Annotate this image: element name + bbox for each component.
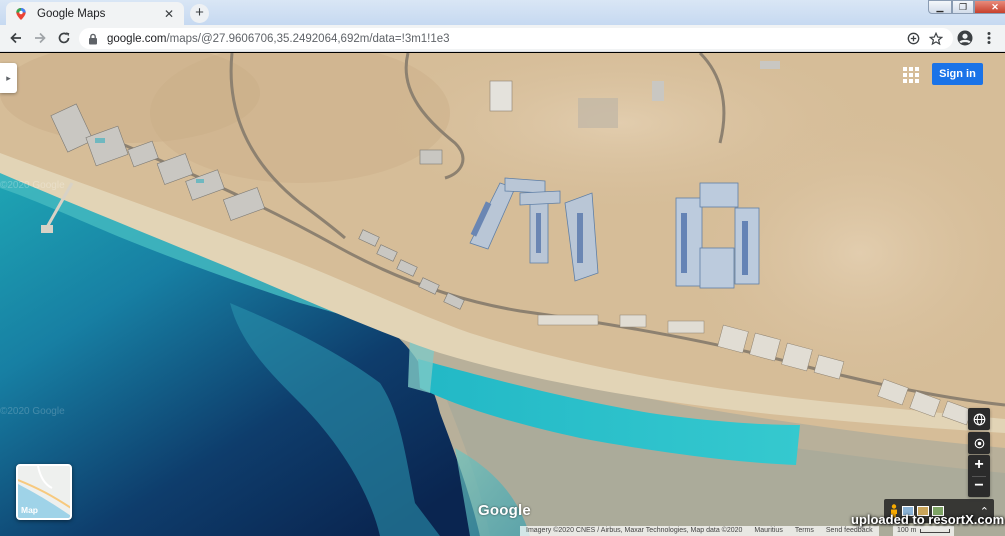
tab-strip: Google Maps ✕ + ▁ ❐ ✕ <box>0 0 1005 25</box>
my-location-button[interactable] <box>968 432 990 454</box>
satellite-imagery: ©2020 Google ©2020 Google <box>0 53 1005 536</box>
forward-button[interactable] <box>31 29 49 47</box>
minimize-button[interactable]: ▁ <box>928 0 952 14</box>
url-path: /maps/@27.9606706,35.2492064,692m/data=!… <box>166 32 450 45</box>
window-controls: ▁ ❐ ✕ <box>928 0 1005 14</box>
chevron-right-icon: ▸ <box>6 72 11 83</box>
imagery-watermark-2: ©2020 Google <box>0 406 65 417</box>
globe-icon <box>973 413 985 425</box>
menu-dots-icon <box>987 32 991 44</box>
apps-grid-icon <box>903 67 907 71</box>
star-icon <box>928 31 943 45</box>
forward-arrow-icon <box>35 32 46 44</box>
zoom-in-button[interactable]: + <box>968 455 990 476</box>
add-button[interactable] <box>905 30 922 47</box>
attribution-bar: Imagery ©2020 CNES / Airbus, Maxar Techn… <box>520 526 879 536</box>
google-logo: Google <box>478 502 531 519</box>
scale-label: 100 m <box>897 527 917 534</box>
country-link[interactable]: Mauritius <box>748 526 788 536</box>
google-apps-button[interactable] <box>903 67 919 83</box>
reload-icon <box>58 32 70 44</box>
map-layer-toggle[interactable]: Map <box>16 464 72 520</box>
tab-title: Google Maps <box>37 7 106 20</box>
globe-view-button[interactable] <box>968 408 990 430</box>
add-icon <box>907 32 920 45</box>
back-button[interactable] <box>7 29 25 47</box>
tab-google-maps[interactable]: Google Maps ✕ <box>6 2 184 25</box>
url-text: google.com/maps/@27.9606706,35.2492064,6… <box>107 33 450 45</box>
zoom-controls: + − <box>968 455 990 497</box>
url-domain: google.com <box>107 32 167 45</box>
sign-in-button[interactable]: Sign in <box>932 63 983 85</box>
imagery-watermark-1: ©2020 Google <box>0 180 65 191</box>
send-feedback-link[interactable]: Send feedback <box>820 526 879 536</box>
apps-dot <box>915 67 919 71</box>
apps-dot <box>909 79 913 83</box>
profile-icon <box>957 30 973 46</box>
profile-button[interactable] <box>956 29 974 47</box>
address-bar[interactable]: google.com/maps/@27.9606706,35.2492064,6… <box>79 28 953 49</box>
apps-dot <box>915 79 919 83</box>
browser-toolbar: google.com/maps/@27.9606706,35.2492064,6… <box>0 25 1005 52</box>
new-tab-button[interactable]: + <box>190 4 209 23</box>
tab-close-icon[interactable]: ✕ <box>162 7 176 21</box>
apps-dot <box>909 67 913 71</box>
zoom-divider <box>972 476 986 477</box>
zoom-out-button[interactable]: − <box>968 476 990 497</box>
resortx-watermark: uploaded to resortX.com <box>851 512 1005 527</box>
close-window-button[interactable]: ✕ <box>974 0 1005 14</box>
bookmark-button[interactable] <box>927 30 944 47</box>
lock-icon <box>89 33 97 44</box>
location-target-icon <box>974 438 984 448</box>
apps-dot <box>909 73 913 77</box>
terms-link[interactable]: Terms <box>789 526 820 536</box>
scale-line <box>920 529 951 533</box>
apps-dot <box>915 73 919 77</box>
apps-dot <box>903 79 907 83</box>
browser-menu-button[interactable] <box>980 29 998 47</box>
scale-bar[interactable]: 100 m <box>893 526 955 536</box>
reload-button[interactable] <box>55 29 73 47</box>
back-arrow-icon <box>10 32 21 44</box>
maximize-button[interactable]: ❐ <box>952 0 974 14</box>
imagery-credit: Imagery ©2020 CNES / Airbus, Maxar Techn… <box>526 527 743 534</box>
google-maps-pin-icon <box>16 7 26 20</box>
side-panel-toggle-button[interactable]: ▸ <box>0 63 17 93</box>
map-layer-label: Map <box>21 505 38 515</box>
apps-dot <box>903 73 907 77</box>
satellite-map[interactable]: ©2020 Google ©2020 Google ▸ Sign in + − <box>0 53 1005 536</box>
